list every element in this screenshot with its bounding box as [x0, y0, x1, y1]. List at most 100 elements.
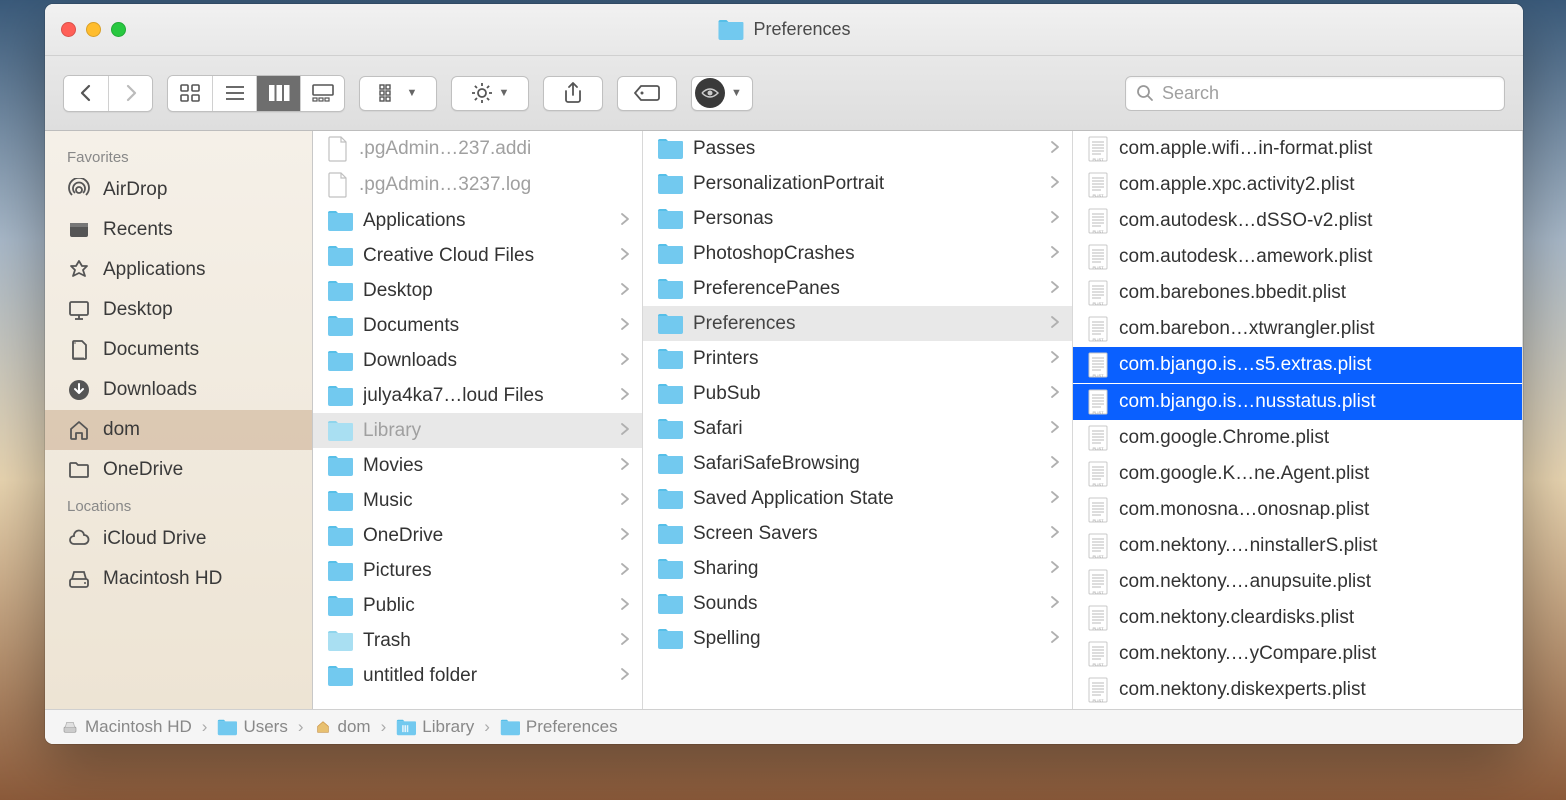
file-row[interactable]: com.monosna…onosnap.plist [1073, 492, 1522, 528]
folder-row[interactable]: julya4ka7…loud Files [313, 378, 642, 413]
folder-row[interactable]: Spelling [643, 621, 1072, 656]
plist-file-icon [1087, 280, 1109, 306]
folder-row[interactable]: Documents [313, 308, 642, 343]
file-row[interactable]: .pgAdmin…237.addi [313, 131, 642, 167]
folder-row[interactable]: Printers [643, 341, 1072, 376]
folder-row[interactable]: Trash [313, 623, 642, 658]
sidebar-item-dom[interactable]: dom [45, 410, 312, 450]
share-button[interactable] [543, 76, 603, 111]
file-row[interactable]: com.bjango.is…nusstatus.plist [1073, 383, 1522, 420]
folder-row[interactable]: PersonalizationPortrait [643, 166, 1072, 201]
folder-row[interactable]: Sounds [643, 586, 1072, 621]
file-row[interactable]: com.autodesk…dSSO-v2.plist [1073, 203, 1522, 239]
folder-row[interactable]: PubSub [643, 376, 1072, 411]
folder-row[interactable]: Public [313, 588, 642, 623]
folder-row[interactable]: Movies [313, 448, 642, 483]
file-row[interactable]: com.bjango.is…s5.extras.plist [1073, 347, 1522, 383]
file-row[interactable]: com.barebon…xtwrangler.plist [1073, 311, 1522, 347]
folder-row[interactable]: PreferencePanes [643, 271, 1072, 306]
file-row[interactable]: com.nektony.…anupsuite.plist [1073, 564, 1522, 600]
pathbar-label: dom [338, 717, 371, 737]
sidebar-item-recents[interactable]: Recents [45, 210, 312, 250]
plist-file-icon [1087, 677, 1109, 703]
row-label: Safari [693, 418, 1040, 440]
pathbar-separator: › [379, 717, 389, 737]
pathbar-label: Macintosh HD [85, 717, 192, 737]
file-row[interactable]: com.apple.wifi…in-format.plist [1073, 131, 1522, 167]
file-row[interactable]: com.autodesk…amework.plist [1073, 239, 1522, 275]
list-icon [225, 84, 245, 102]
sidebar-item-icloud-drive[interactable]: iCloud Drive [45, 519, 312, 559]
folder-row[interactable]: PhotoshopCrashes [643, 236, 1072, 271]
row-label: Sounds [693, 593, 1040, 615]
file-row[interactable]: com.google.Chrome.plist [1073, 420, 1522, 456]
folder-row[interactable]: SafariSafeBrowsing [643, 446, 1072, 481]
folder-row[interactable]: untitled folder [313, 658, 642, 693]
folder-row[interactable]: Downloads [313, 343, 642, 378]
action-button[interactable]: ▼ [451, 76, 529, 111]
row-label: com.google.Chrome.plist [1119, 427, 1512, 449]
pathbar-item-macintosh-hd[interactable]: Macintosh HD [61, 717, 192, 737]
privacy-button[interactable]: ▼ [691, 76, 753, 111]
disclosure-arrow-icon [1050, 593, 1062, 615]
back-button[interactable] [64, 76, 108, 111]
folder-row[interactable]: Pictures [313, 553, 642, 588]
forward-button[interactable] [108, 76, 152, 111]
folder-row[interactable]: Desktop [313, 273, 642, 308]
column-1: PassesPersonalizationPortraitPersonasPho… [643, 131, 1073, 709]
file-row[interactable]: com.nektony.diskexperts.plist [1073, 672, 1522, 708]
pathbar-item-dom[interactable]: dom [314, 717, 371, 737]
folder-row[interactable]: Passes [643, 131, 1072, 166]
folder-icon [657, 383, 683, 405]
folder-row[interactable]: Music [313, 483, 642, 518]
sidebar-item-applications[interactable]: Applications [45, 250, 312, 290]
list-view-button[interactable] [212, 76, 256, 111]
icon-view-button[interactable] [168, 76, 212, 111]
folder-icon [657, 628, 683, 650]
maximize-button[interactable] [111, 22, 126, 37]
folder-row[interactable]: Sharing [643, 551, 1072, 586]
close-button[interactable] [61, 22, 76, 37]
sidebar-item-onedrive[interactable]: OneDrive [45, 450, 312, 490]
file-row[interactable]: com.barebones.bbedit.plist [1073, 275, 1522, 311]
folder-row[interactable]: Saved Application State [643, 481, 1072, 516]
folder-icon [327, 385, 353, 407]
search-box[interactable] [1125, 76, 1505, 111]
folder-icon [657, 208, 683, 230]
library-folder-icon [396, 719, 416, 736]
pathbar-item-preferences[interactable]: Preferences [500, 717, 618, 737]
arrange-button[interactable]: ▼ [359, 76, 437, 111]
file-row[interactable]: com.google.K…ne.Agent.plist [1073, 456, 1522, 492]
sidebar-item-documents[interactable]: Documents [45, 330, 312, 370]
folder-row[interactable]: OneDrive [313, 518, 642, 553]
folder-row[interactable]: Screen Savers [643, 516, 1072, 551]
gallery-view-button[interactable] [300, 76, 344, 111]
folder-row[interactable]: Creative Cloud Files [313, 238, 642, 273]
folder-row[interactable]: Safari [643, 411, 1072, 446]
file-row[interactable]: .pgAdmin…3237.log [313, 167, 642, 203]
file-row[interactable]: com.apple.xpc.activity2.plist [1073, 167, 1522, 203]
folder-row[interactable]: Library [313, 413, 642, 448]
eye-icon [695, 78, 725, 108]
folder-row[interactable]: Personas [643, 201, 1072, 236]
column-view-button[interactable] [256, 76, 300, 111]
sidebar-item-macintosh-hd[interactable]: Macintosh HD [45, 559, 312, 599]
minimize-button[interactable] [86, 22, 101, 37]
chevron-right-icon [124, 84, 138, 102]
pathbar-item-users[interactable]: Users [217, 717, 287, 737]
pathbar-item-library[interactable]: Library [396, 717, 474, 737]
file-row[interactable]: com.nektony.…yCompare.plist [1073, 636, 1522, 672]
pathbar-label: Preferences [526, 717, 618, 737]
sidebar-item-downloads[interactable]: Downloads [45, 370, 312, 410]
sidebar-item-airdrop[interactable]: AirDrop [45, 170, 312, 210]
tags-button[interactable] [617, 76, 677, 111]
folder-row[interactable]: Preferences [643, 306, 1072, 341]
sidebar-section-header: Locations [45, 490, 312, 519]
folder-row[interactable]: Applications [313, 203, 642, 238]
sidebar-item-desktop[interactable]: Desktop [45, 290, 312, 330]
row-label: .pgAdmin…3237.log [359, 174, 632, 196]
file-row[interactable]: com.nektony.cleardisks.plist [1073, 600, 1522, 636]
plist-file-icon [1087, 641, 1109, 667]
file-row[interactable]: com.nektony.…ninstallerS.plist [1073, 528, 1522, 564]
search-input[interactable] [1162, 83, 1494, 104]
